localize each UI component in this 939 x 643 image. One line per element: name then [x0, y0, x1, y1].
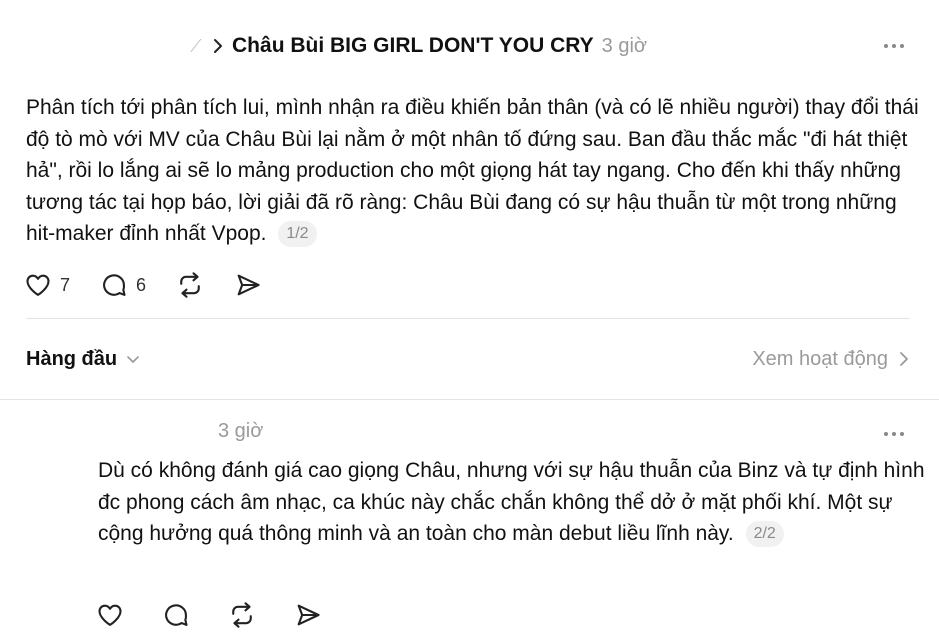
share-button[interactable]: [294, 601, 322, 629]
replies-sort-bar: Hàng đầu Xem hoạt động: [26, 343, 910, 375]
more-icon[interactable]: [884, 44, 904, 48]
view-activity-link[interactable]: Xem hoạt động: [752, 348, 910, 371]
repost-button[interactable]: [228, 601, 256, 629]
repost-icon: [228, 601, 256, 629]
chevron-down-icon: [125, 351, 141, 367]
comment-icon: [162, 601, 190, 629]
share-button[interactable]: [234, 271, 262, 299]
more-icon[interactable]: [884, 432, 904, 436]
sort-label: Hàng đầu: [26, 347, 118, 370]
page-indicator: 2/2: [745, 521, 784, 547]
sort-dropdown[interactable]: Hàng đầu: [26, 348, 141, 371]
reply-count: 6: [136, 274, 147, 295]
page-indicator: 1/2: [278, 221, 317, 247]
slash-icon: ⁄: [195, 35, 199, 56]
like-button[interactable]: 7: [24, 271, 70, 299]
like-count: 7: [60, 274, 71, 295]
send-icon: [294, 601, 322, 629]
divider: [26, 318, 910, 319]
reply-body: Dù có không đánh giá cao giọng Châu, như…: [98, 455, 928, 550]
reply-actions: [96, 601, 360, 629]
author-name-link[interactable]: Châu Bùi BIG GIRL DON'T YOU CRY: [232, 34, 594, 58]
like-button[interactable]: [96, 601, 124, 629]
reply-button[interactable]: 6: [100, 271, 146, 299]
chevron-right-icon: [898, 350, 910, 368]
chevron-right-icon: [212, 37, 224, 55]
heart-icon: [24, 271, 52, 299]
post-header: ⁄ Châu Bùi BIG GIRL DON'T YOU CRY 3 giờ: [195, 30, 647, 62]
divider: [0, 399, 939, 400]
post-text: Phân tích tới phân tích lui, mình nhận r…: [26, 96, 919, 245]
repost-icon: [176, 271, 204, 299]
post-timestamp[interactable]: 3 giờ: [602, 35, 647, 58]
view-activity-label: Xem hoạt động: [752, 347, 888, 370]
repost-button[interactable]: [176, 271, 204, 299]
reply-text: Dù có không đánh giá cao giọng Châu, như…: [98, 459, 925, 545]
comment-icon: [100, 271, 128, 299]
heart-icon: [96, 601, 124, 629]
send-icon: [234, 271, 262, 299]
reply-timestamp[interactable]: 3 giờ: [218, 420, 263, 443]
reply-button[interactable]: [162, 601, 190, 629]
post-body: Phân tích tới phân tích lui, mình nhận r…: [26, 92, 926, 250]
post-actions: 7 6: [24, 271, 292, 299]
